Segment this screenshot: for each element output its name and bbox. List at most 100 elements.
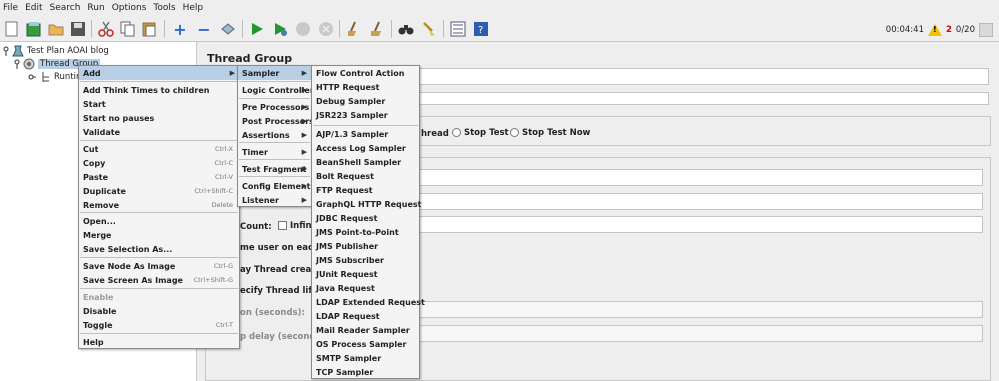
add-menu-item-post-processors[interactable]: Post Processors ▶	[238, 114, 314, 128]
sampler-menu-item-beanshell-sampler[interactable]: BeanShell Sampler	[312, 155, 419, 169]
menu-file[interactable]: File	[0, 0, 22, 16]
tree-node-test-plan[interactable]: Test Plan AOAI blog	[3, 45, 109, 57]
menu-help[interactable]: Help	[180, 0, 208, 16]
sampler-menu-item-jms-publisher[interactable]: JMS Publisher	[312, 239, 419, 253]
context-menu-item-start-no-pauses[interactable]: Start no pauses	[79, 111, 239, 125]
status-indicator-icon	[979, 23, 993, 37]
context-menu-item-validate[interactable]: Validate	[79, 125, 239, 139]
stop-icon[interactable]	[293, 19, 313, 39]
expand-handle-icon[interactable]	[14, 59, 20, 69]
expand-handle-icon[interactable]	[28, 72, 36, 82]
context-menu-item-open[interactable]: Open...	[79, 214, 239, 228]
sampler-menu-item-ftp-request[interactable]: FTP Request	[312, 183, 419, 197]
tree-node-runtime[interactable]: Runtim	[28, 71, 84, 83]
warning-count[interactable]: 2	[946, 25, 952, 35]
menu-run[interactable]: Run	[84, 0, 108, 16]
sampler-menu-item-flow-control-action[interactable]: Flow Control Action	[312, 66, 419, 80]
context-menu-item-duplicate[interactable]: Duplicate Ctrl+Shift-C	[79, 184, 239, 198]
binoculars-icon[interactable]	[396, 19, 416, 39]
comments-field[interactable]	[417, 92, 989, 105]
stop-thread-label[interactable]: hread	[421, 129, 449, 139]
sampler-menu-item-smtp-sampler[interactable]: SMTP Sampler	[312, 351, 419, 365]
context-menu-item-remove[interactable]: Remove Delete	[79, 198, 239, 212]
status-area: 00:04:41 2 0/20	[886, 23, 993, 37]
add-menu-item-pre-processors[interactable]: Pre Processors ▶	[238, 100, 311, 114]
sampler-menu-item-mail-reader-sampler[interactable]: Mail Reader Sampler	[312, 323, 419, 337]
menu-tools[interactable]: Tools	[150, 0, 179, 16]
sampler-menu-item-jsr223-sampler[interactable]: JSR223 Sampler	[312, 108, 419, 122]
sampler-menu-item-junit-request[interactable]: JUnit Request	[312, 267, 419, 281]
sampler-menu-item-ajp-1-3-sampler[interactable]: AJP/1.3 Sampler	[312, 127, 419, 141]
submenu-arrow-icon: ▶	[301, 182, 307, 190]
collapse-icon[interactable]: −	[194, 19, 214, 39]
add-menu-item-assertions[interactable]: Assertions ▶	[238, 128, 311, 142]
toggle-icon[interactable]	[218, 19, 238, 39]
reset-search-icon[interactable]	[419, 19, 439, 39]
paste-icon[interactable]	[140, 19, 160, 39]
context-menu-item-save-selection-as[interactable]: Save Selection As...	[79, 242, 239, 256]
name-field[interactable]	[417, 68, 989, 85]
shortcut-hint: Ctrl+Shift-G	[193, 276, 233, 284]
start-icon[interactable]	[247, 19, 267, 39]
sampler-submenu: Flow Control Action HTTP Request Debug Sam…	[311, 65, 425, 379]
context-menu-item-disable[interactable]: Disable	[79, 304, 239, 318]
sampler-menu-item-access-log-sampler[interactable]: Access Log Sampler	[312, 141, 419, 155]
sampler-menu-item-http-request[interactable]: HTTP Request	[312, 80, 419, 94]
context-menu-item-cut[interactable]: Cut Ctrl-X	[79, 142, 239, 156]
sampler-menu-item-ldap-extended-request[interactable]: LDAP Extended Request	[312, 295, 425, 309]
add-menu-item-logic-controller[interactable]: Logic Controller ▶	[238, 83, 314, 97]
add-menu-item-test-fragment[interactable]: Test Fragment ▶	[238, 162, 311, 176]
submenu-arrow-icon: ▶	[301, 131, 307, 139]
expand-icon[interactable]: +	[170, 19, 190, 39]
templates-icon[interactable]	[24, 19, 44, 39]
sampler-menu-item-bolt-request[interactable]: Bolt Request	[312, 169, 419, 183]
context-menu-item-toggle[interactable]: Toggle Ctrl-T	[79, 318, 239, 332]
add-menu-item-listener[interactable]: Listener ▶	[238, 193, 311, 207]
sampler-menu-item-os-process-sampler[interactable]: OS Process Sampler	[312, 337, 419, 351]
open-icon[interactable]	[46, 19, 66, 39]
context-menu-item-start[interactable]: Start	[79, 97, 239, 111]
clear-all-icon[interactable]	[367, 19, 387, 39]
sampler-menu-item-java-request[interactable]: Java Request	[312, 281, 419, 295]
context-menu-item-add[interactable]: Add ▶	[79, 66, 239, 80]
stop-test-radio[interactable]: Stop Test	[452, 128, 509, 138]
stop-test-now-radio[interactable]: Stop Test Now	[510, 128, 590, 138]
sampler-menu-item-ldap-request[interactable]: LDAP Request	[312, 309, 419, 323]
copy-icon[interactable]	[118, 19, 138, 39]
function-helper-icon[interactable]	[448, 19, 468, 39]
sampler-menu-item-jdbc-request[interactable]: JDBC Request	[312, 211, 419, 225]
help-icon[interactable]: ?	[471, 19, 491, 39]
context-menu-item-paste[interactable]: Paste Ctrl-V	[79, 170, 239, 184]
context-menu-item-add-think-times-to-children[interactable]: Add Think Times to children	[79, 83, 239, 97]
ramp-up-field[interactable]	[417, 193, 983, 210]
add-menu-item-config-element[interactable]: Config Element ▶	[238, 179, 311, 193]
menu-options[interactable]: Options	[109, 0, 151, 16]
add-submenu: Sampler ▶ Logic Controller ▶ Pre Processors ▶…	[237, 65, 314, 207]
warning-icon[interactable]	[927, 24, 942, 36]
context-menu-item-save-screen-as-image[interactable]: Save Screen As Image Ctrl+Shift-G	[79, 273, 239, 287]
shutdown-icon[interactable]	[316, 19, 336, 39]
menu-search[interactable]: Search	[47, 0, 85, 16]
context-menu-item-copy[interactable]: Copy Ctrl-C	[79, 156, 239, 170]
loop-count-field[interactable]	[417, 216, 983, 233]
duration-field[interactable]	[417, 301, 983, 318]
expand-handle-icon[interactable]	[3, 46, 9, 56]
clear-icon[interactable]	[344, 19, 364, 39]
number-of-threads-field[interactable]	[417, 169, 983, 186]
sampler-menu-item-jms-point-to-point[interactable]: JMS Point-to-Point	[312, 225, 419, 239]
cut-icon[interactable]	[96, 19, 116, 39]
start-no-pauses-icon[interactable]	[270, 19, 290, 39]
context-menu-item-merge[interactable]: Merge	[79, 228, 239, 242]
menu-edit[interactable]: Edit	[22, 0, 46, 16]
startup-delay-field[interactable]	[417, 325, 983, 342]
context-menu-item-help[interactable]: Help	[79, 335, 239, 349]
add-menu-item-sampler[interactable]: Sampler ▶	[238, 66, 311, 80]
sampler-menu-item-graphql-http-request[interactable]: GraphQL HTTP Request	[312, 197, 421, 211]
sampler-menu-item-tcp-sampler[interactable]: TCP Sampler	[312, 365, 419, 379]
new-icon[interactable]	[2, 19, 22, 39]
sampler-menu-item-debug-sampler[interactable]: Debug Sampler	[312, 94, 419, 108]
context-menu-item-save-node-as-image[interactable]: Save Node As Image Ctrl-G	[79, 259, 239, 273]
sampler-menu-item-jms-subscriber[interactable]: JMS Subscriber	[312, 253, 419, 267]
add-menu-item-timer[interactable]: Timer ▶	[238, 145, 311, 159]
save-icon[interactable]	[68, 19, 88, 39]
